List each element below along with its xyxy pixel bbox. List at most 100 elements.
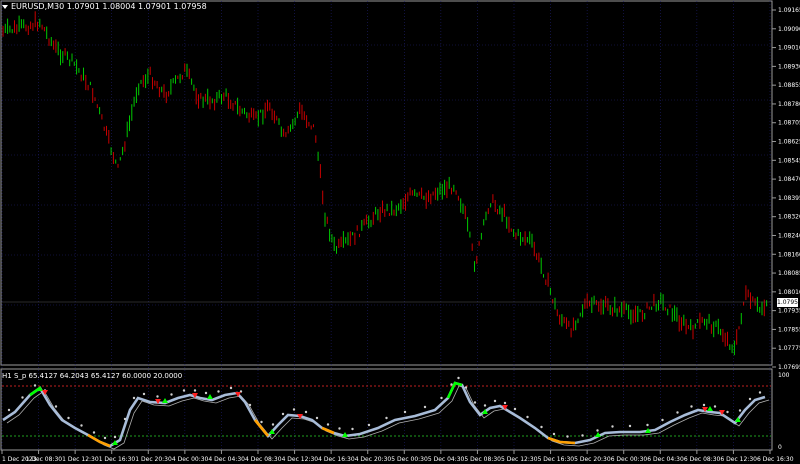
dot	[338, 427, 341, 430]
price-label: 1.08930	[778, 63, 800, 70]
dot	[726, 410, 729, 414]
time-label: 6 Dec 08:30	[684, 456, 721, 463]
candlesticks	[2, 11, 768, 356]
price-label: 1.08160	[778, 251, 800, 258]
time-label: 5 Dec 08:30	[464, 456, 501, 463]
dot	[92, 431, 96, 434]
oscillator-line	[2, 381, 766, 448]
dot	[661, 418, 664, 422]
dot	[204, 391, 208, 395]
indicator-scale-label: 100	[778, 372, 790, 379]
time-label: 1 Dec 16:30	[99, 456, 136, 463]
buy-arrow-icon	[207, 394, 213, 399]
dot	[450, 383, 453, 386]
current-price-tag: 1.07958	[777, 298, 800, 307]
time-label: 6 Dec 00:30	[611, 456, 648, 463]
time-label: 5 Dec 00:30	[391, 456, 428, 463]
symbol-info: EURUSD,M30 1.07901 1.08004 1.07901 1.079…	[11, 2, 207, 11]
dot	[326, 423, 330, 426]
price-label: 1.07775	[778, 345, 800, 352]
price-label: 1.09090	[778, 26, 800, 33]
dot	[281, 412, 285, 416]
dot	[7, 408, 11, 412]
dot	[103, 436, 107, 440]
dot	[738, 409, 742, 412]
price-label: 1.08240	[778, 232, 800, 239]
time-label: 1 Dec 20:30	[135, 456, 172, 463]
price-label: 1.08010	[778, 289, 800, 296]
time-label: 4 Dec 08:30	[245, 456, 282, 463]
dot	[646, 423, 649, 427]
dot	[132, 396, 136, 400]
price-label: 1.08085	[778, 270, 800, 277]
time-label: 5 Dec 20:30	[574, 456, 611, 463]
dot	[193, 389, 197, 392]
price-label: 1.07855	[778, 326, 800, 333]
dot	[156, 395, 159, 398]
buy-arrow-icon	[162, 398, 168, 403]
dot	[170, 393, 173, 396]
time-label: 6 Dec 12:30	[720, 456, 757, 463]
dot	[464, 386, 468, 389]
dot	[229, 386, 233, 390]
dot	[260, 420, 263, 424]
dot	[552, 432, 556, 436]
dot	[142, 392, 146, 396]
price-label: 1.08780	[778, 101, 800, 108]
dot	[367, 423, 371, 427]
dot	[566, 435, 569, 438]
time-label: 5 Dec 12:30	[501, 456, 538, 463]
price-label: 1.09010	[778, 45, 800, 52]
overbought-segment	[446, 381, 463, 399]
dot	[758, 391, 762, 394]
time-label: 1 Dec 12:30	[62, 456, 99, 463]
chart-canvas[interactable]: 1.09165 1.09090 1.09010 1.08930 1.08855 1.087…	[0, 0, 800, 464]
dot	[21, 396, 24, 399]
price-label: 1.08625	[778, 139, 800, 146]
dot	[54, 405, 58, 408]
dot	[292, 408, 296, 411]
dot	[423, 405, 427, 409]
dot	[304, 410, 308, 414]
dot	[440, 396, 443, 400]
dot	[713, 405, 717, 408]
price-label: 1.08855	[778, 82, 800, 89]
dot	[690, 405, 693, 408]
time-label: 6 Dec 04:30	[647, 456, 684, 463]
dot	[67, 416, 70, 420]
dot	[33, 384, 37, 387]
dot	[457, 376, 460, 380]
oversold-segment	[87, 433, 111, 448]
dot	[628, 424, 632, 428]
dot	[182, 389, 186, 392]
dot	[315, 416, 319, 420]
dot	[385, 416, 388, 420]
dot	[493, 399, 497, 403]
dot	[80, 424, 83, 427]
time-label: 4 Dec 20:30	[355, 456, 392, 463]
dot	[271, 423, 275, 426]
oversold-segment	[547, 436, 576, 445]
price-label: 1.08470	[778, 176, 800, 183]
dropdown-triangle-icon[interactable]	[2, 4, 8, 9]
time-label: 4 Dec 04:30	[208, 456, 245, 463]
dot	[526, 415, 529, 419]
dot	[596, 429, 599, 432]
dot	[748, 397, 752, 401]
dot	[403, 410, 407, 414]
price-label: 1.08705	[778, 120, 800, 127]
time-label: 5 Dec 04:30	[428, 456, 465, 463]
dot	[123, 417, 127, 421]
time-label: 5 Dec 16:30	[538, 456, 575, 463]
price-label: 1.08395	[778, 195, 800, 202]
chart-window[interactable]: 1.09165 1.09090 1.09010 1.08930 1.08855 1.087…	[0, 0, 800, 464]
dot	[483, 404, 487, 407]
time-label: 1 Dec 08:30	[26, 456, 63, 463]
dot	[540, 425, 543, 429]
indicator-title: H1 S_p 65.4127 64.2043 65.4127 60.0000 2…	[2, 372, 183, 380]
dot	[676, 411, 679, 414]
time-label: 4 Dec 00:30	[172, 456, 209, 463]
indicator-panel-frame	[0, 368, 773, 451]
dot	[113, 435, 117, 439]
dot	[217, 390, 220, 393]
